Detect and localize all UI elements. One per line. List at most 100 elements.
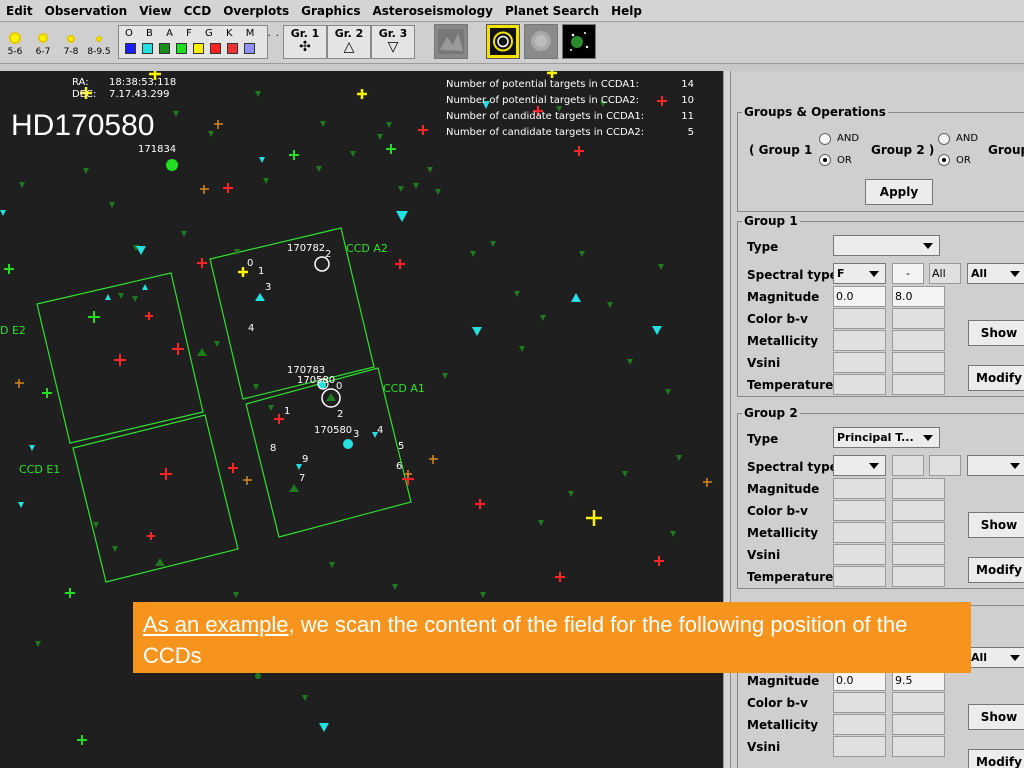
groups-operations-box: Groups & Operations ( Group 1 AND OR Gro… <box>737 105 1024 212</box>
radio-and-1[interactable] <box>819 133 831 145</box>
magnitude-6-7[interactable]: 6-7 <box>30 26 56 59</box>
radio-or-1[interactable] <box>819 154 831 166</box>
group-2-magnitude-max[interactable] <box>892 478 945 499</box>
magnitude-legend: 5-6 6-7 7-8 8-9.5 <box>2 26 116 59</box>
group-2-spectral-from-select[interactable] <box>833 455 886 476</box>
menu-observation[interactable]: Observation <box>45 4 128 18</box>
ra-value: 18:38:53.118 <box>109 77 177 88</box>
group-1-spectral-from-select[interactable]: F <box>833 263 886 284</box>
star-field-button[interactable] <box>562 24 596 59</box>
ccd-a2-label: CCD A2 <box>346 242 388 255</box>
star-field-icon <box>563 25 595 58</box>
triangle-up-icon: △ <box>343 39 355 55</box>
group-2-temperature-min[interactable] <box>833 566 886 587</box>
group-1-color-min[interactable] <box>833 308 886 329</box>
group-2-magnitude-min[interactable] <box>833 478 886 499</box>
spectral-color-g <box>193 43 204 54</box>
group-3-spectral-class-select[interactable]: All <box>967 647 1024 668</box>
group-3-color-max[interactable] <box>892 692 945 713</box>
toolbar: 5-6 6-7 7-8 8-9.5 O B A F G K M ... Gr. … <box>0 22 1024 64</box>
group-1-type-select[interactable] <box>833 235 940 256</box>
nebula-button[interactable] <box>524 24 558 59</box>
group-2-spectral-class-select[interactable] <box>967 455 1024 476</box>
group-3-color-min[interactable] <box>833 692 886 713</box>
chevron-down-icon <box>1010 271 1020 277</box>
group-2-show-button[interactable]: Show <box>968 512 1024 538</box>
chevron-down-icon <box>923 243 933 249</box>
group-1-spectral-class-select[interactable]: All <box>967 263 1024 284</box>
ccd-e2-label: D E2 <box>0 324 26 337</box>
spectral-dash: - <box>892 263 924 284</box>
coordinates-readout: RA: 18:38:53.118 DEC: 7.17.43.299 <box>72 77 177 100</box>
menu-view[interactable]: View <box>139 4 171 18</box>
menu-planet-search[interactable]: Planet Search <box>505 4 599 18</box>
group-2-spectral-dash <box>892 455 924 476</box>
group-3-show-button[interactable]: Show <box>968 704 1024 730</box>
spectral-type-legend[interactable]: O B A F G K M ... <box>118 25 287 59</box>
group-2-metallicity-min[interactable] <box>833 522 886 543</box>
group-2-metallicity-max[interactable] <box>892 522 945 543</box>
group-1-show-button[interactable]: Show <box>968 320 1024 346</box>
group-3-metallicity-min[interactable] <box>833 714 886 735</box>
star-dot-icon <box>96 36 102 42</box>
group-3-button[interactable]: Gr. 3 ▽ <box>371 25 415 59</box>
group-1-vsini-max[interactable] <box>892 352 945 373</box>
menu-overplots[interactable]: Overplots <box>223 4 289 18</box>
menu-help[interactable]: Help <box>611 4 642 18</box>
group-2-type-select[interactable]: Principal T... <box>833 427 940 448</box>
menu-asteroseismology[interactable]: Asteroseismology <box>372 4 493 18</box>
radio-or-2[interactable] <box>938 154 950 166</box>
spectral-color-f <box>176 43 187 54</box>
group-3-vsini-min[interactable] <box>833 736 886 757</box>
target-counts: Number of potential targets in CCDA1: 14 … <box>446 79 694 138</box>
magnitude-5-6[interactable]: 5-6 <box>2 26 28 59</box>
spectral-color-m <box>227 43 238 54</box>
menu-edit[interactable]: Edit <box>6 4 33 18</box>
group-1-spectral-to-field[interactable]: All <box>929 263 961 284</box>
group-1-magnitude-min[interactable]: 0.0 <box>833 286 886 307</box>
ccd-e1-label: CCD E1 <box>19 463 61 476</box>
target-circle-button[interactable] <box>486 24 520 59</box>
chevron-down-icon <box>1010 463 1020 469</box>
sky-image-icon <box>438 29 464 54</box>
group-3-vsini-max[interactable] <box>892 736 945 757</box>
chevron-down-icon <box>869 463 879 469</box>
group-2-color-min[interactable] <box>833 500 886 521</box>
group-2-vsini-max[interactable] <box>892 544 945 565</box>
star-id-170782: 170782 <box>287 243 326 254</box>
group-1-metallicity-min[interactable] <box>833 330 886 351</box>
target-circle-icon <box>487 25 519 58</box>
magnitude-7-8[interactable]: 7-8 <box>58 26 84 59</box>
group-2-temperature-max[interactable] <box>892 566 945 587</box>
nebula-icon <box>525 25 557 58</box>
note-link[interactable]: As an example <box>143 612 289 637</box>
spectral-color-b <box>142 43 153 54</box>
group-1-magnitude-max[interactable]: 8.0 <box>892 286 945 307</box>
cross-icon: ✣ <box>299 39 311 55</box>
group-1-temperature-min[interactable] <box>833 374 886 395</box>
apply-button[interactable]: Apply <box>865 179 933 205</box>
star-dot-icon <box>67 35 75 43</box>
group-1-modify-button[interactable]: Modify <box>968 365 1024 391</box>
group-2-color-max[interactable] <box>892 500 945 521</box>
group-2-vsini-min[interactable] <box>833 544 886 565</box>
sky-image-button[interactable] <box>434 24 468 59</box>
group-2-spectral-to-field[interactable] <box>929 455 961 476</box>
group-3-metallicity-max[interactable] <box>892 714 945 735</box>
group-1-metallicity-max[interactable] <box>892 330 945 351</box>
group-3-magnitude-max[interactable]: 9.5 <box>892 670 945 691</box>
menu-graphics[interactable]: Graphics <box>301 4 360 18</box>
group-3-magnitude-min[interactable]: 0.0 <box>833 670 886 691</box>
radio-and-2[interactable] <box>938 133 950 145</box>
group-1-vsini-min[interactable] <box>833 352 886 373</box>
group-2-button[interactable]: Gr. 2 △ <box>327 25 371 59</box>
group-3-modify-button[interactable]: Modify <box>968 749 1024 768</box>
magnitude-8-9-5[interactable]: 8-9.5 <box>86 26 112 59</box>
group-2-modify-button[interactable]: Modify <box>968 557 1024 583</box>
menu-ccd[interactable]: CCD <box>184 4 212 18</box>
target-name: HD170580 <box>11 109 155 142</box>
group-1-button[interactable]: Gr. 1 ✣ <box>283 25 327 59</box>
group-1-color-max[interactable] <box>892 308 945 329</box>
group-1-temperature-max[interactable] <box>892 374 945 395</box>
star-dot-icon <box>9 32 21 44</box>
